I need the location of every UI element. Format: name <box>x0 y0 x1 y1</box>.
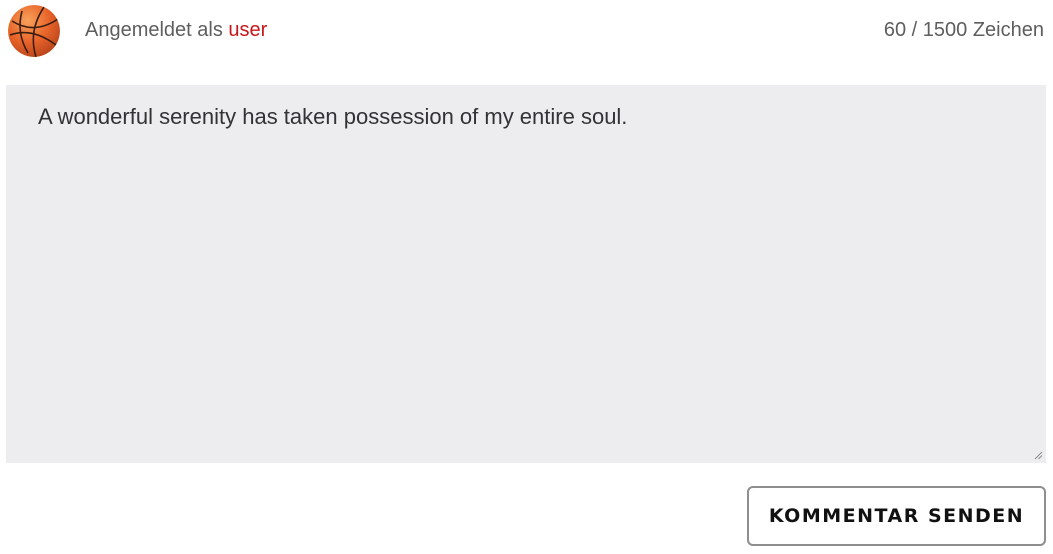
login-status: Angemeldet als user <box>85 18 267 42</box>
avatar[interactable] <box>8 5 60 57</box>
login-prefix: Angemeldet als <box>85 19 229 41</box>
resize-handle-icon[interactable] <box>1033 450 1043 460</box>
submit-comment-button[interactable]: KOMMENTAR SENDEN <box>747 486 1046 546</box>
username-link[interactable]: user <box>228 19 267 41</box>
comment-header: Angemeldet als user 60 / 1500 Zeichen <box>0 0 1053 62</box>
basketball-icon <box>8 5 60 57</box>
comment-textarea[interactable]: A wonderful serenity has taken possessio… <box>6 85 1046 463</box>
character-counter: 60 / 1500 Zeichen <box>883 19 1044 41</box>
comment-text[interactable]: A wonderful serenity has taken possessio… <box>38 103 1014 131</box>
